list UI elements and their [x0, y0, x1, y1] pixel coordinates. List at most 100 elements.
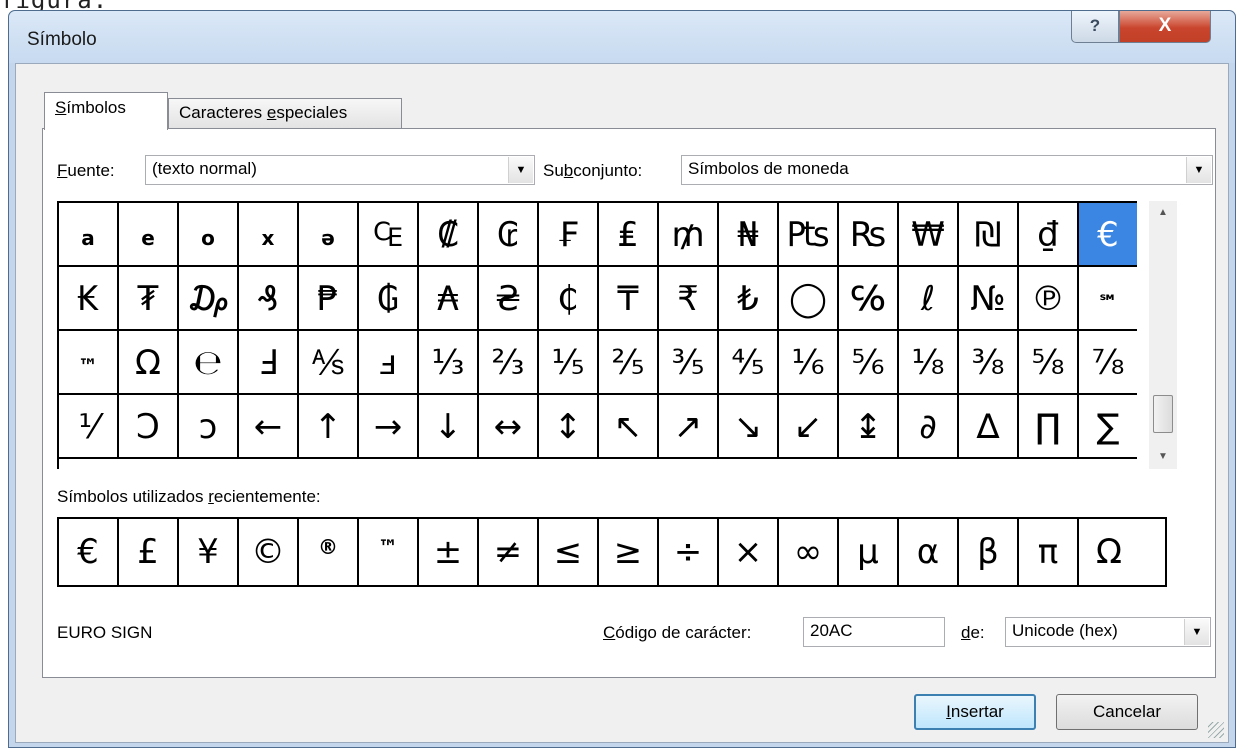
symbol-cell[interactable]: ⅞ — [1079, 331, 1137, 395]
symbol-cell[interactable]: e — [119, 203, 179, 267]
symbol-cell[interactable]: ə — [299, 203, 359, 267]
symbol-cell[interactable]: ₨ — [839, 203, 899, 267]
symbol-cell[interactable]: ₤ — [599, 203, 659, 267]
recent-symbol-cell[interactable]: π — [1019, 519, 1079, 585]
symbol-cell[interactable]: ⅝ — [1019, 331, 1079, 395]
symbol-cell[interactable]: ⅔ — [479, 331, 539, 395]
symbol-cell[interactable]: ₹ — [659, 267, 719, 331]
tab-special-characters[interactable]: Caracteres especiales — [168, 98, 402, 128]
symbol-cell[interactable]: ↑ — [299, 395, 359, 459]
recent-symbol-cell[interactable]: © — [239, 519, 299, 585]
symbol-cell[interactable]: ← — [239, 395, 299, 459]
symbol-cell[interactable]: № — [959, 267, 1019, 331]
symbol-cell[interactable]: € — [1079, 203, 1137, 267]
symbol-cell[interactable]: ₢ — [479, 203, 539, 267]
symbol-cell[interactable]: ₺ — [719, 267, 779, 331]
symbol-cell[interactable]: Ↄ — [119, 395, 179, 459]
symbol-cell[interactable]: ₣ — [539, 203, 599, 267]
symbol-cell[interactable]: ⅖ — [599, 331, 659, 395]
symbol-cell[interactable]: ℠ — [1079, 267, 1137, 331]
recent-symbol-cell[interactable]: ÷ — [659, 519, 719, 585]
symbol-cell[interactable]: Ⅎ — [239, 331, 299, 395]
scroll-up-arrow-icon[interactable]: ▲ — [1149, 201, 1177, 225]
symbol-cell[interactable]: ℅ — [839, 267, 899, 331]
symbol-cell[interactable]: ₸ — [599, 267, 659, 331]
recent-symbol-cell[interactable]: £ — [119, 519, 179, 585]
symbol-cell[interactable]: ⅙ — [779, 331, 839, 395]
symbol-cell[interactable]: ↨ — [839, 395, 899, 459]
symbol-cell[interactable]: ₪ — [959, 203, 1019, 267]
symbol-cell[interactable]: ↘ — [719, 395, 779, 459]
symbol-cell[interactable]: ₵ — [539, 267, 599, 331]
symbol-cell[interactable]: ™ — [59, 331, 119, 395]
symbol-cell[interactable]: a — [59, 203, 119, 267]
recent-symbol-cell[interactable]: ∞ — [779, 519, 839, 585]
recent-symbol-cell[interactable]: µ — [839, 519, 899, 585]
symbol-cell[interactable]: ₠ — [359, 203, 419, 267]
symbol-cell[interactable]: ℗ — [1019, 267, 1079, 331]
symbol-cell[interactable]: ₯ — [179, 267, 239, 331]
symbol-grid-scrollbar[interactable]: ▲ ▼ — [1149, 201, 1177, 469]
recent-symbol-cell[interactable]: × — [719, 519, 779, 585]
recent-symbol-cell[interactable]: ¥ — [179, 519, 239, 585]
recent-symbol-cell[interactable]: ≠ — [479, 519, 539, 585]
recent-symbol-cell[interactable]: € — [59, 519, 119, 585]
symbol-cell[interactable]: ⅘ — [719, 331, 779, 395]
symbol-cell[interactable]: ₳ — [419, 267, 479, 331]
symbol-cell[interactable]: ₰ — [239, 267, 299, 331]
symbol-cell[interactable]: ∏ — [1019, 395, 1079, 459]
symbol-cell[interactable]: ⅟ — [59, 395, 119, 459]
character-code-input[interactable]: 20AC — [803, 617, 945, 647]
symbol-cell[interactable]: ∆ — [959, 395, 1019, 459]
chevron-down-icon[interactable]: ▼ — [508, 157, 533, 183]
symbol-cell[interactable]: ↄ — [179, 395, 239, 459]
chevron-down-icon[interactable]: ▼ — [1184, 619, 1209, 645]
symbol-cell[interactable]: ℓ — [899, 267, 959, 331]
recent-symbol-cell[interactable]: ™ — [359, 519, 419, 585]
symbol-cell[interactable]: ⅜ — [959, 331, 1019, 395]
symbol-cell[interactable]: ₡ — [419, 203, 479, 267]
symbol-cell[interactable]: Ω — [119, 331, 179, 395]
symbol-cell[interactable]: ↖ — [599, 395, 659, 459]
symbol-cell[interactable]: ℮ — [179, 331, 239, 395]
cancel-button[interactable]: Cancelar — [1056, 694, 1198, 730]
symbol-cell[interactable]: ↔ — [479, 395, 539, 459]
symbol-cell[interactable]: o — [179, 203, 239, 267]
symbol-cell[interactable]: ₱ — [299, 267, 359, 331]
symbol-cell[interactable]: ₫ — [1019, 203, 1079, 267]
symbol-cell[interactable]: → — [359, 395, 419, 459]
recent-symbol-cell[interactable]: Ω — [1079, 519, 1139, 585]
symbol-cell[interactable]: ⅕ — [539, 331, 599, 395]
subset-select[interactable]: Símbolos de moneda ▼ — [681, 155, 1213, 185]
recent-symbol-cell[interactable]: ± — [419, 519, 479, 585]
symbol-cell[interactable]: ↓ — [419, 395, 479, 459]
tab-symbols[interactable]: Símbolos — [44, 92, 168, 130]
help-button[interactable]: ? — [1071, 11, 1119, 43]
encoding-select[interactable]: Unicode (hex) ▼ — [1005, 617, 1211, 647]
symbol-cell[interactable]: ₲ — [359, 267, 419, 331]
symbol-cell[interactable]: ₦ — [719, 203, 779, 267]
symbol-cell[interactable]: ⅎ — [359, 331, 419, 395]
symbol-cell[interactable]: ↗ — [659, 395, 719, 459]
symbol-cell[interactable]: ∂ — [899, 395, 959, 459]
symbol-cell[interactable]: ₩ — [899, 203, 959, 267]
symbol-cell[interactable]: ⅛ — [899, 331, 959, 395]
font-select[interactable]: (texto normal) ▼ — [145, 155, 535, 185]
symbol-cell[interactable]: ↙ — [779, 395, 839, 459]
symbol-cell[interactable]: ∑ — [1079, 395, 1137, 459]
symbol-cell[interactable]: ₭ — [59, 267, 119, 331]
scrollbar-thumb[interactable] — [1153, 395, 1173, 433]
recent-symbol-cell[interactable]: α — [899, 519, 959, 585]
resize-grip-icon[interactable] — [1208, 722, 1224, 738]
symbol-cell[interactable]: ₮ — [119, 267, 179, 331]
symbol-cell[interactable]: ⅍ — [299, 331, 359, 395]
recent-symbol-cell[interactable]: ≤ — [539, 519, 599, 585]
close-button[interactable]: X — [1119, 11, 1211, 43]
recent-symbol-cell[interactable]: β — [959, 519, 1019, 585]
symbol-cell[interactable]: ₴ — [479, 267, 539, 331]
recent-symbol-cell[interactable]: ® — [299, 519, 359, 585]
symbol-cell[interactable]: ◯ — [779, 267, 839, 331]
symbol-cell[interactable]: ⅗ — [659, 331, 719, 395]
symbol-cell[interactable]: ₧ — [779, 203, 839, 267]
symbol-cell[interactable]: ↕ — [539, 395, 599, 459]
